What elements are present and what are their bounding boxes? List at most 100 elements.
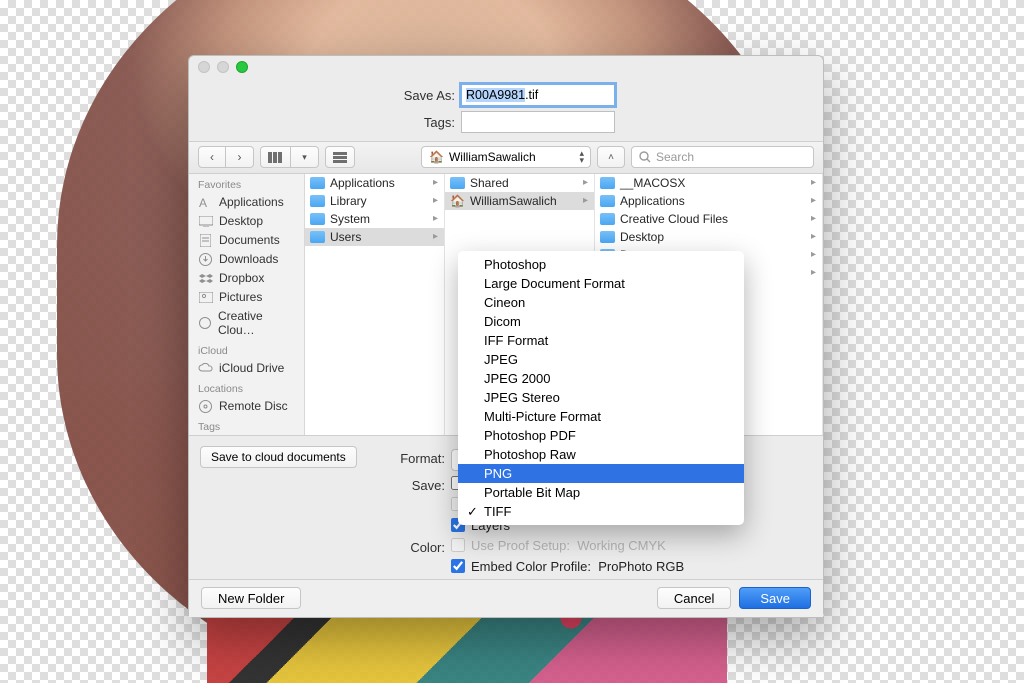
save-as-input[interactable] (461, 84, 615, 106)
view-mode-group: ▾ (260, 146, 319, 168)
save-as-row: Save As: (189, 77, 823, 106)
sidebar-item[interactable]: Documents (189, 231, 304, 250)
search-placeholder: Search (656, 150, 694, 164)
chevron-right-icon: ▸ (583, 177, 588, 188)
sidebar-item-label: Documents (219, 233, 280, 247)
collapse-button[interactable]: ˄ (597, 146, 625, 168)
sidebar-item-label: Desktop (219, 214, 263, 228)
save-button[interactable]: Save (739, 587, 811, 609)
sidebar-item-label: Applications (219, 195, 284, 209)
format-option[interactable]: Portable Bit Map (458, 483, 744, 502)
sidebar-item-label: iCloud Drive (219, 361, 284, 375)
embed-checkbox[interactable]: Embed Color Profile: ProPhoto RGB (451, 559, 801, 574)
sidebar-item[interactable]: Pictures (189, 288, 304, 307)
sidebar-item[interactable]: A Applications (189, 193, 304, 212)
format-option[interactable]: JPEG Stereo (458, 388, 744, 407)
format-option[interactable]: JPEG (458, 350, 744, 369)
sidebar-item[interactable]: Creative Clou… (189, 307, 304, 340)
sidebar-heading: Tags (189, 416, 304, 435)
check-icon: ✓ (467, 504, 478, 520)
path-popup[interactable]: 🏠 WilliamSawalich ▴▾ (421, 146, 591, 168)
list-item[interactable]: Creative Cloud Files▸ (595, 210, 822, 228)
list-item[interactable]: Applications▸ (595, 192, 822, 210)
format-option[interactable]: ✓TIFF (458, 502, 744, 521)
list-item-label: Applications (620, 194, 685, 208)
window-minimize-button[interactable] (217, 61, 229, 73)
list-item-label: __MACOSX (620, 176, 685, 190)
sidebar-item[interactable]: Dropbox (189, 269, 304, 288)
view-columns-button[interactable] (260, 146, 291, 168)
format-option[interactable]: JPEG 2000 (458, 369, 744, 388)
new-folder-button[interactable]: New Folder (201, 587, 301, 609)
list-item[interactable]: Applications▸ (305, 174, 444, 192)
cancel-button[interactable]: Cancel (657, 587, 731, 609)
format-option[interactable]: Cineon (458, 293, 744, 312)
format-option[interactable]: Multi-Picture Format (458, 407, 744, 426)
chevron-right-icon: ▸ (433, 213, 438, 224)
format-option[interactable]: IFF Format (458, 331, 744, 350)
folder-icon (600, 177, 615, 189)
format-option[interactable]: PNG (458, 464, 744, 483)
proof-checkbox: Use Proof Setup: Working CMYK (451, 538, 801, 553)
group-button[interactable] (325, 146, 355, 168)
downloads-icon (198, 253, 213, 266)
window-zoom-button[interactable] (236, 61, 248, 73)
view-dropdown-button[interactable]: ▾ (291, 146, 319, 168)
tags-input[interactable] (461, 111, 615, 133)
format-option[interactable]: Photoshop PDF (458, 426, 744, 445)
column-1[interactable]: Applications▸Library▸System▸Users▸ (305, 174, 445, 435)
apps-icon: A (198, 196, 213, 209)
sidebar-item[interactable]: Downloads (189, 250, 304, 269)
chevron-right-icon: › (238, 150, 242, 164)
format-option[interactable]: Dicom (458, 312, 744, 331)
folder-icon (450, 177, 465, 189)
embed-label: Embed Color Profile: ProPhoto RGB (471, 559, 684, 574)
format-dropdown[interactable]: Photoshop Large Document Format CineonDico… (458, 251, 744, 525)
group-icon (333, 152, 347, 163)
chevron-up-icon: ˄ (608, 152, 614, 163)
format-option-label: Multi-Picture Format (484, 409, 601, 424)
list-item-label: WilliamSawalich (470, 194, 557, 208)
sidebar-item[interactable]: Remote Disc (189, 397, 304, 416)
list-item-label: Applications (330, 176, 395, 190)
list-item[interactable]: System ▸ (305, 210, 444, 228)
sidebar-item-label: Creative Clou… (218, 309, 295, 337)
chevron-right-icon: ▸ (433, 195, 438, 206)
list-item-label: Shared (470, 176, 509, 190)
sidebar-item[interactable]: Desktop (189, 212, 304, 231)
list-item-label: System (330, 212, 370, 226)
nav-back-forward: ‹ › (198, 146, 254, 168)
list-item[interactable]: __MACOSX▸ (595, 174, 822, 192)
sidebar-item-label: Dropbox (219, 271, 264, 285)
titlebar (189, 56, 823, 77)
format-option-label: Large Document Format (484, 276, 625, 291)
forward-button[interactable]: › (226, 146, 254, 168)
folder-icon (600, 195, 615, 207)
format-option[interactable]: Photoshop Raw (458, 445, 744, 464)
list-item[interactable]: Users▸ (305, 228, 444, 246)
list-item-label: Desktop (620, 230, 664, 244)
format-option-label: Photoshop PDF (484, 428, 576, 443)
search-field[interactable]: Search (631, 146, 814, 168)
sidebar-item-label: Pictures (219, 290, 262, 304)
save-label: Save: (189, 476, 451, 493)
list-item[interactable]: 🏠WilliamSawalich▸ (445, 192, 594, 210)
window-close-button[interactable] (198, 61, 210, 73)
icloud-icon (198, 362, 213, 375)
list-item[interactable]: Desktop▸ (595, 228, 822, 246)
tags-row: Tags: (189, 111, 823, 133)
format-option-label: JPEG (484, 352, 518, 367)
list-item[interactable]: Library▸ (305, 192, 444, 210)
sidebar-item-label: Downloads (219, 252, 278, 266)
sidebar-heading: Favorites (189, 174, 304, 193)
list-item[interactable]: Shared ▸ (445, 174, 594, 192)
folder-icon (310, 213, 325, 225)
sidebar-item[interactable]: iCloud Drive (189, 359, 304, 378)
format-option-label: Photoshop Raw (484, 447, 576, 462)
sidebar-item-label: Remote Disc (219, 399, 288, 413)
format-option[interactable]: Photoshop (458, 255, 744, 274)
sidebar-heading: iCloud (189, 340, 304, 359)
back-button[interactable]: ‹ (198, 146, 226, 168)
format-option[interactable]: Large Document Format (458, 274, 744, 293)
chevron-right-icon: ▸ (433, 231, 438, 242)
